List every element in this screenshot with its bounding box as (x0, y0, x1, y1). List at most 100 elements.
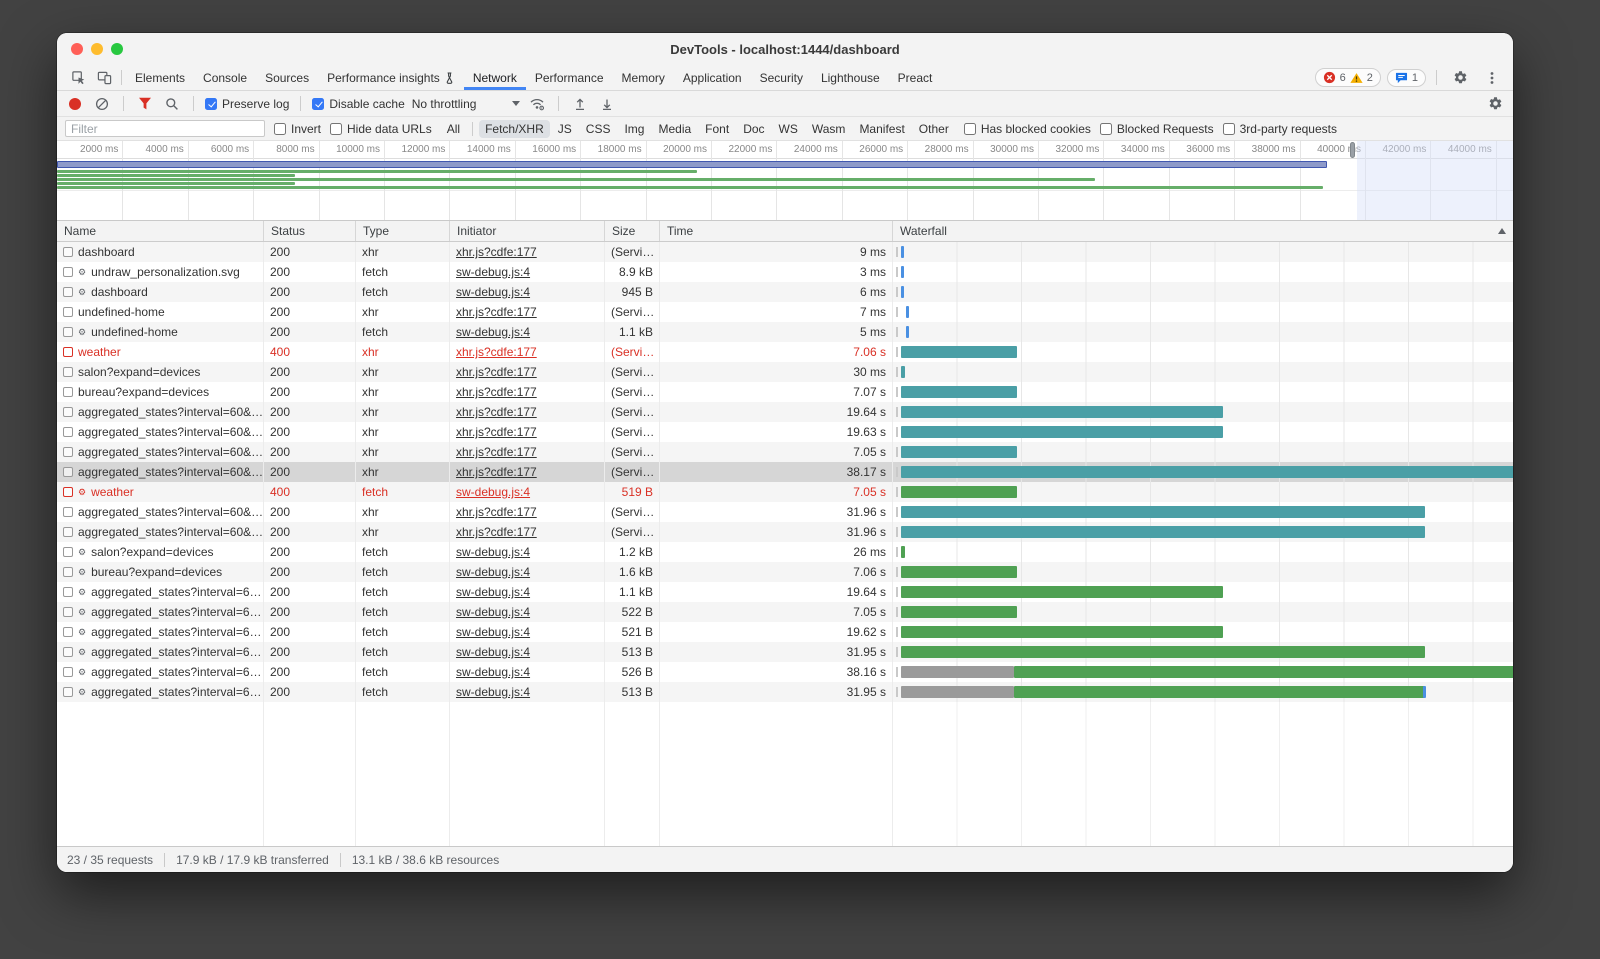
initiator-link[interactable]: sw-debug.js:4 (456, 685, 530, 699)
initiator-link[interactable]: sw-debug.js:4 (456, 645, 530, 659)
table-row[interactable]: ⚙dashboard200fetchsw-debug.js:4945 B6 ms (57, 282, 1513, 302)
initiator-link[interactable]: sw-debug.js:4 (456, 665, 530, 679)
column-header-time[interactable]: Time (660, 221, 893, 241)
throttling-dropdown[interactable]: No throttling (412, 97, 520, 111)
column-header-type[interactable]: Type (356, 221, 450, 241)
network-conditions-icon[interactable] (527, 94, 547, 114)
row-checkbox[interactable] (63, 407, 73, 417)
import-har-icon[interactable] (570, 94, 590, 114)
minimize-window-button[interactable] (91, 43, 103, 55)
row-checkbox[interactable] (63, 327, 73, 337)
filter-type-js[interactable]: JS (552, 120, 578, 138)
column-header-name[interactable]: Name (57, 221, 264, 241)
invert-checkbox[interactable]: Invert (274, 122, 321, 136)
row-checkbox[interactable] (63, 487, 73, 497)
table-row[interactable]: undefined-home200xhrxhr.js?cdfe:177(Serv… (57, 302, 1513, 322)
disable-cache-checkbox[interactable]: Disable cache (312, 97, 404, 111)
table-row[interactable]: ⚙undraw_personalization.svg200fetchsw-de… (57, 262, 1513, 282)
row-checkbox[interactable] (63, 467, 73, 477)
export-har-icon[interactable] (597, 94, 617, 114)
console-errors-warnings-badge[interactable]: 6 2 (1315, 68, 1381, 87)
tab-security[interactable]: Security (751, 65, 812, 90)
filter-type-wasm[interactable]: Wasm (806, 120, 852, 138)
tab-application[interactable]: Application (674, 65, 751, 90)
row-checkbox[interactable] (63, 367, 73, 377)
column-header-initiator[interactable]: Initiator (450, 221, 605, 241)
device-toolbar-icon[interactable] (91, 65, 117, 90)
tab-network[interactable]: Network (464, 65, 526, 90)
clear-network-log-icon[interactable] (92, 94, 112, 114)
row-checkbox[interactable] (63, 607, 73, 617)
tab-elements[interactable]: Elements (126, 65, 194, 90)
initiator-link[interactable]: sw-debug.js:4 (456, 605, 530, 619)
row-checkbox[interactable] (63, 307, 73, 317)
third-party-requests-checkbox[interactable]: 3rd-party requests (1223, 122, 1337, 136)
initiator-link[interactable]: xhr.js?cdfe:177 (456, 505, 537, 519)
initiator-link[interactable]: sw-debug.js:4 (456, 265, 530, 279)
initiator-link[interactable]: xhr.js?cdfe:177 (456, 365, 537, 379)
inspect-element-icon[interactable] (65, 65, 91, 90)
hide-data-urls-checkbox[interactable]: Hide data URLs (330, 122, 432, 136)
network-overview-timeline[interactable]: 2000 ms4000 ms6000 ms8000 ms10000 ms1200… (57, 141, 1513, 221)
tab-memory[interactable]: Memory (613, 65, 674, 90)
initiator-link[interactable]: sw-debug.js:4 (456, 545, 530, 559)
initiator-link[interactable]: sw-debug.js:4 (456, 325, 530, 339)
column-header-waterfall[interactable]: Waterfall (893, 221, 1513, 241)
initiator-link[interactable]: xhr.js?cdfe:177 (456, 425, 537, 439)
row-checkbox[interactable] (63, 567, 73, 577)
row-checkbox[interactable] (63, 527, 73, 537)
table-row[interactable]: ⚙undefined-home200fetchsw-debug.js:41.1 … (57, 322, 1513, 342)
row-checkbox[interactable] (63, 627, 73, 637)
filter-input[interactable] (65, 120, 265, 137)
initiator-link[interactable]: xhr.js?cdfe:177 (456, 305, 537, 319)
settings-gear-icon[interactable] (1447, 70, 1473, 85)
row-checkbox[interactable] (63, 507, 73, 517)
table-row[interactable]: ⚙aggregated_states?interval=6…200fetchsw… (57, 642, 1513, 662)
search-icon[interactable] (162, 94, 182, 114)
table-row[interactable]: bureau?expand=devices200xhrxhr.js?cdfe:1… (57, 382, 1513, 402)
row-checkbox[interactable] (63, 667, 73, 677)
initiator-link[interactable]: xhr.js?cdfe:177 (456, 445, 537, 459)
initiator-link[interactable]: sw-debug.js:4 (456, 585, 530, 599)
initiator-link[interactable]: sw-debug.js:4 (456, 625, 530, 639)
row-checkbox[interactable] (63, 267, 73, 277)
table-row[interactable]: ⚙aggregated_states?interval=6…200fetchsw… (57, 662, 1513, 682)
kebab-menu-icon[interactable] (1479, 71, 1505, 85)
table-row[interactable]: aggregated_states?interval=60&…200xhrxhr… (57, 442, 1513, 462)
preserve-log-checkbox[interactable]: Preserve log (205, 97, 289, 111)
row-checkbox[interactable] (63, 247, 73, 257)
tab-lighthouse[interactable]: Lighthouse (812, 65, 889, 90)
filter-type-doc[interactable]: Doc (737, 120, 770, 138)
row-checkbox[interactable] (63, 347, 73, 357)
row-checkbox[interactable] (63, 587, 73, 597)
tab-performance-insights[interactable]: Performance insights (318, 65, 464, 90)
filter-type-css[interactable]: CSS (580, 120, 617, 138)
table-row[interactable]: ⚙aggregated_states?interval=6…200fetchsw… (57, 682, 1513, 702)
table-row[interactable]: ⚙bureau?expand=devices200fetchsw-debug.j… (57, 562, 1513, 582)
tab-console[interactable]: Console (194, 65, 256, 90)
filter-funnel-icon[interactable] (135, 94, 155, 114)
close-window-button[interactable] (71, 43, 83, 55)
filter-type-other[interactable]: Other (913, 120, 955, 138)
filter-type-img[interactable]: Img (618, 120, 650, 138)
tab-preact[interactable]: Preact (889, 65, 942, 90)
column-header-size[interactable]: Size (605, 221, 660, 241)
row-checkbox[interactable] (63, 387, 73, 397)
initiator-link[interactable]: sw-debug.js:4 (456, 565, 530, 579)
table-row[interactable]: weather400xhrxhr.js?cdfe:177(Servi…7.06 … (57, 342, 1513, 362)
table-row[interactable]: aggregated_states?interval=60&…200xhrxhr… (57, 402, 1513, 422)
initiator-link[interactable]: sw-debug.js:4 (456, 285, 530, 299)
initiator-link[interactable]: xhr.js?cdfe:177 (456, 465, 537, 479)
table-row[interactable]: dashboard200xhrxhr.js?cdfe:177(Servi…9 m… (57, 242, 1513, 262)
overview-drag-handle[interactable] (1350, 142, 1355, 158)
table-row[interactable]: ⚙aggregated_states?interval=6…200fetchsw… (57, 582, 1513, 602)
table-row[interactable]: ⚙weather400fetchsw-debug.js:4519 B7.05 s (57, 482, 1513, 502)
record-network-log-icon[interactable] (65, 94, 85, 114)
initiator-link[interactable]: xhr.js?cdfe:177 (456, 245, 537, 259)
filter-type-all[interactable]: All (441, 120, 466, 138)
initiator-link[interactable]: xhr.js?cdfe:177 (456, 525, 537, 539)
table-row[interactable]: aggregated_states?interval=60&…200xhrxhr… (57, 422, 1513, 442)
row-checkbox[interactable] (63, 447, 73, 457)
filter-type-ws[interactable]: WS (773, 120, 804, 138)
network-settings-gear-icon[interactable] (1485, 94, 1505, 114)
